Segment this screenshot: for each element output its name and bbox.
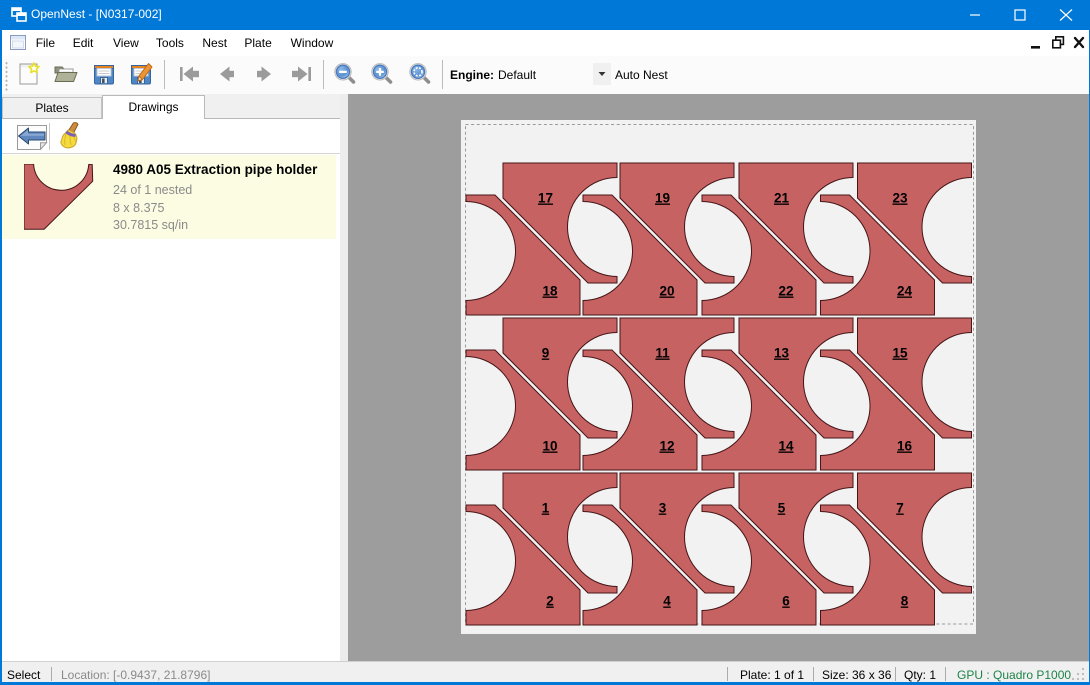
- svg-text:15: 15: [892, 346, 908, 361]
- svg-text:8: 8: [901, 594, 909, 609]
- svg-text:21: 21: [774, 191, 790, 206]
- svg-text:20: 20: [659, 284, 674, 299]
- svg-text:23: 23: [892, 191, 908, 206]
- svg-text:18: 18: [542, 284, 558, 299]
- svg-text:2: 2: [546, 594, 554, 609]
- svg-text:7: 7: [896, 501, 904, 516]
- svg-text:5: 5: [778, 501, 786, 516]
- svg-text:11: 11: [655, 346, 670, 361]
- svg-text:1: 1: [542, 501, 550, 516]
- svg-text:9: 9: [542, 346, 550, 361]
- svg-text:12: 12: [659, 439, 674, 454]
- svg-text:19: 19: [655, 191, 670, 206]
- svg-text:16: 16: [897, 439, 913, 454]
- svg-text:17: 17: [538, 191, 553, 206]
- svg-text:4: 4: [663, 594, 671, 609]
- svg-text:13: 13: [774, 346, 790, 361]
- svg-text:6: 6: [782, 594, 790, 609]
- svg-text:14: 14: [778, 439, 794, 454]
- svg-text:10: 10: [542, 439, 557, 454]
- svg-text:24: 24: [897, 284, 913, 299]
- svg-text:22: 22: [778, 284, 793, 299]
- svg-text:3: 3: [659, 501, 667, 516]
